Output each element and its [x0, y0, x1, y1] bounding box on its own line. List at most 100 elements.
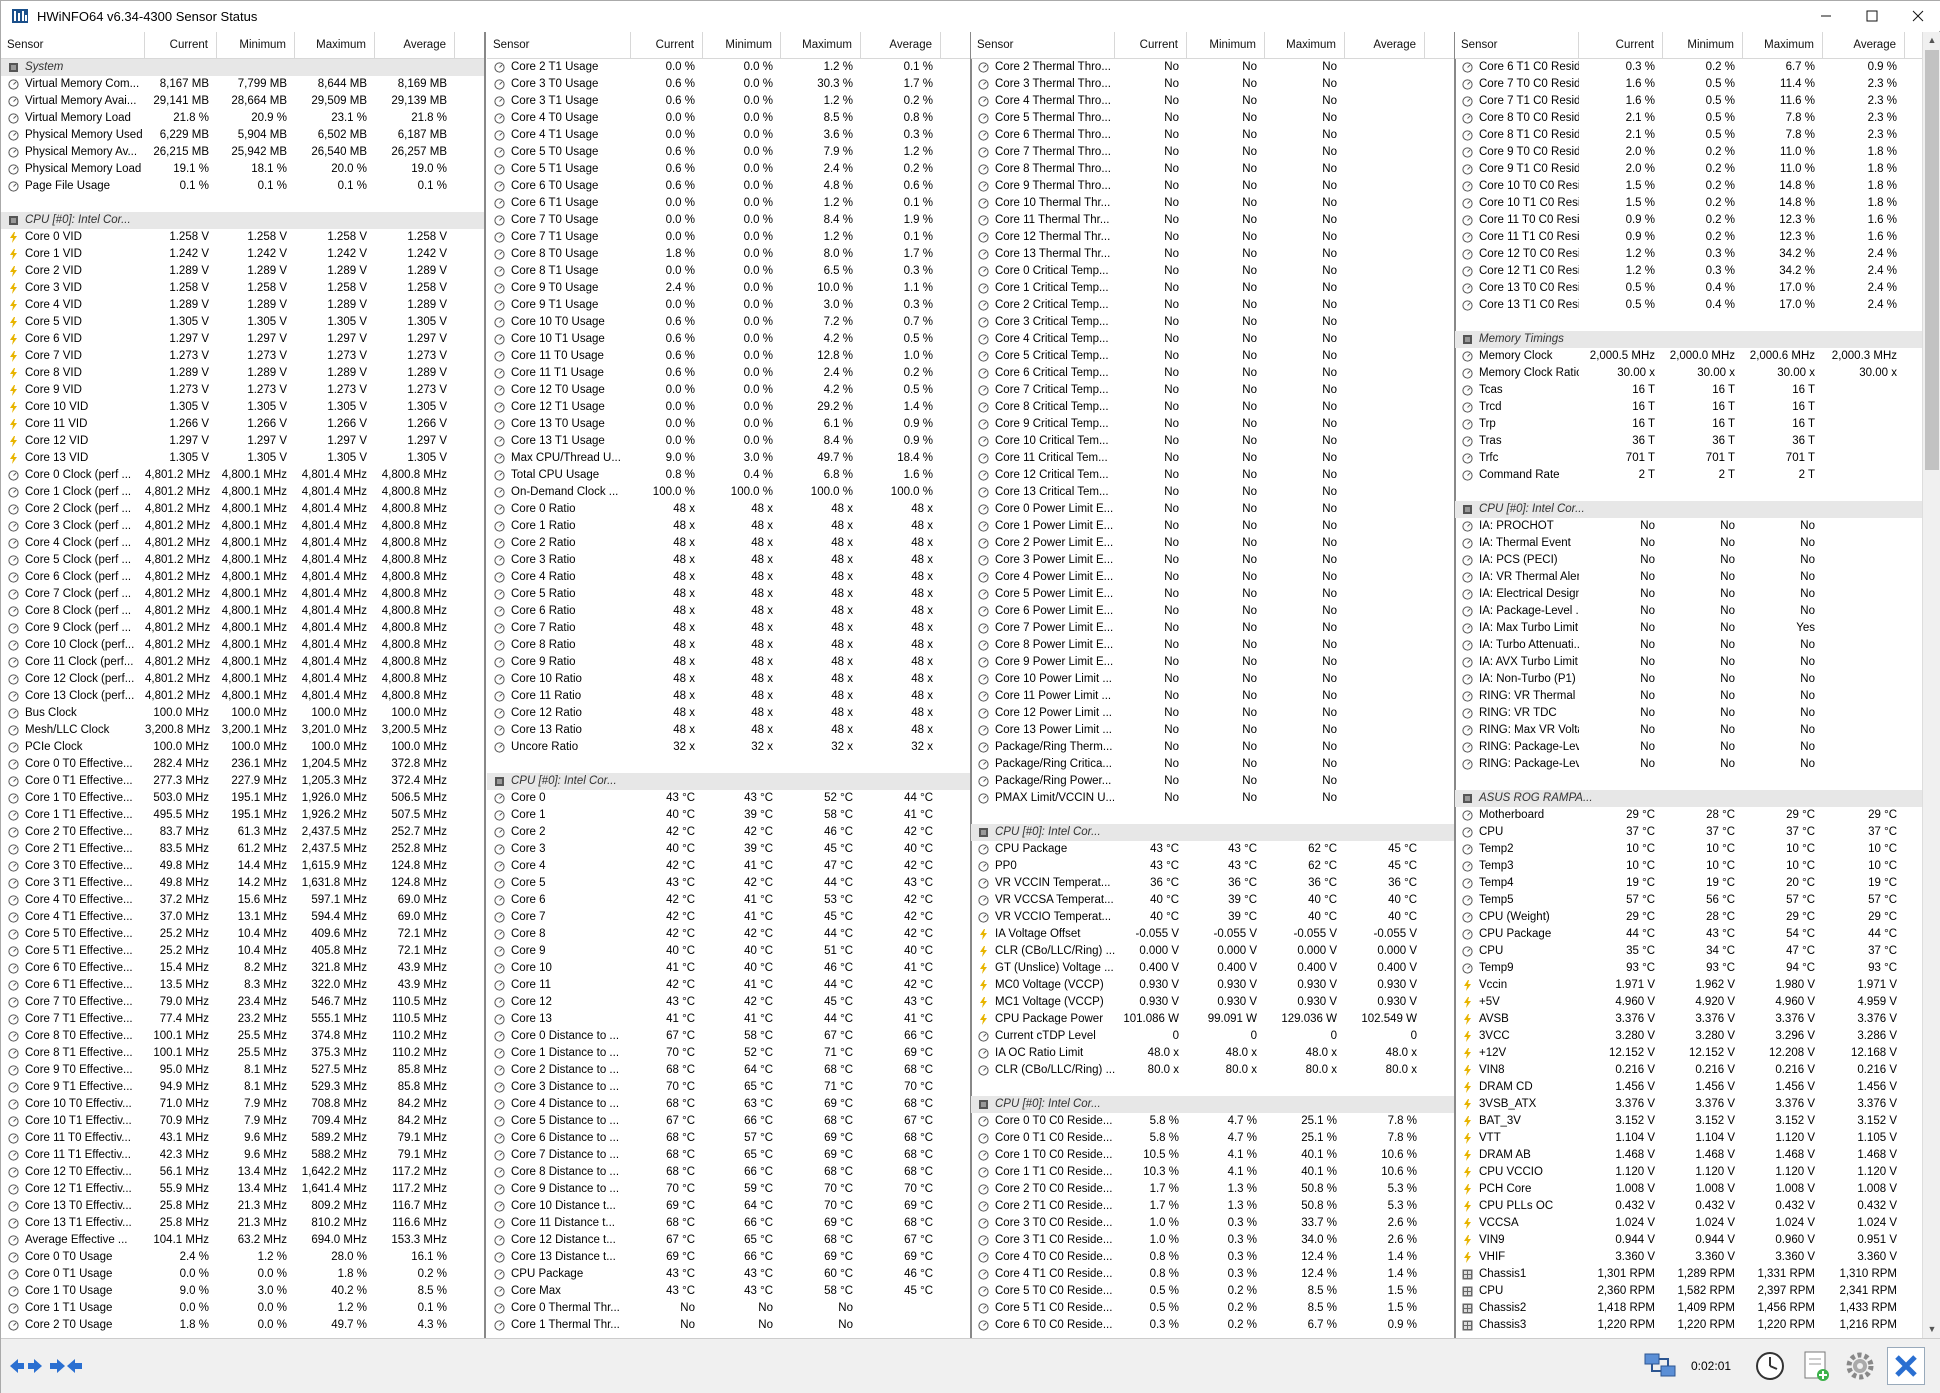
- sensor-row[interactable]: Core 6 Clock (perf ... 4,801.2 MHz 4,800.1…: [1, 569, 484, 586]
- sensor-row[interactable]: Current cTDP Level 0 0 0 0: [971, 1028, 1454, 1045]
- sensor-group-header[interactable]: CPU [#0]: Intel Cor...: [971, 824, 1454, 841]
- sensor-row[interactable]: Core 7 Power Limit E... No No No: [971, 620, 1454, 637]
- sensor-row[interactable]: Core 1 T0 Usage 9.0 % 3.0 % 40.2 % 8.5 %: [1, 1283, 484, 1300]
- sensor-row[interactable]: Core 12 Distance t... 67 °C 65 °C 68 °C 67 °…: [487, 1232, 970, 1249]
- sensor-row[interactable]: MC0 Voltage (VCCP) 0.930 V 0.930 V 0.930 V0…: [971, 977, 1454, 994]
- sensor-row[interactable]: Core 1 Clock (perf ... 4,801.2 MHz 4,800.1…: [1, 484, 484, 501]
- sensor-row[interactable]: CPU PLLs OC 0.432 V 0.432 V 0.432 V 0.432 V: [1455, 1198, 1922, 1215]
- sensor-row[interactable]: Core 12 43 °C 42 °C 45 °C 43 °C: [487, 994, 970, 1011]
- sensor-row[interactable]: PCIe Clock 100.0 MHz 100.0 MHz 100.0 MHz 100…: [1, 739, 484, 756]
- sensor-row[interactable]: Core 12 T1 C0 Resi... 1.2 % 0.3 % 34.2 % 2.4…: [1455, 263, 1922, 280]
- sensor-row[interactable]: Core 8 T0 Usage 1.8 % 0.0 % 8.0 % 1.7 %: [487, 246, 970, 263]
- sensor-row[interactable]: Core 4 Clock (perf ... 4,801.2 MHz 4,800.1…: [1, 535, 484, 552]
- sensor-row[interactable]: Chassis1 1,301 RPM 1,289 RPM 1,331 RPM 1,310…: [1455, 1266, 1922, 1283]
- sensor-row[interactable]: Core 3 Distance to ... 70 °C 65 °C 71 °C 70 …: [487, 1079, 970, 1096]
- sensor-row[interactable]: Core 11 T1 Effectiv... 42.3 MHz 9.6 MHz 588…: [1, 1147, 484, 1164]
- sensor-row[interactable]: Core 0 43 °C 43 °C 52 °C 44 °C: [487, 790, 970, 807]
- sensor-row[interactable]: Core 3 T1 Effective... 49.8 MHz 14.2 MHz 1,…: [1, 875, 484, 892]
- sensor-row[interactable]: VIN9 0.944 V 0.944 V 0.960 V 0.951 V: [1455, 1232, 1922, 1249]
- sensor-row[interactable]: Core 12 T0 Usage 0.0 % 0.0 % 4.2 % 0.5 %: [487, 382, 970, 399]
- sensor-row[interactable]: Core 11 T1 Usage 0.6 % 0.0 % 2.4 % 0.2 %: [487, 365, 970, 382]
- sensor-row[interactable]: Core 1 T1 Usage 0.0 % 0.0 % 1.2 % 0.1 %: [1, 1300, 484, 1317]
- sensor-row[interactable]: Core 13 Thermal Thr... No No No: [971, 246, 1454, 263]
- sensor-row[interactable]: Virtual Memory Avai... 29,141 MB 28,664 MB…: [1, 93, 484, 110]
- sensor-row[interactable]: Core 10 Distance t... 69 °C 64 °C 70 °C 69 °…: [487, 1198, 970, 1215]
- sensor-row[interactable]: Core 7 Ratio 48 x 48 x 48 x 48 x: [487, 620, 970, 637]
- sensor-row[interactable]: Virtual Memory Com... 8,167 MB 7,799 MB 8,6…: [1, 76, 484, 93]
- sensor-row[interactable]: Core 12 Power Limit ... No No No: [971, 705, 1454, 722]
- sensor-row[interactable]: VR VCCIN Temperat... 36 °C 36 °C 36 °C 36 °C: [971, 875, 1454, 892]
- sensor-row[interactable]: Core 6 Thermal Thro... No No No: [971, 127, 1454, 144]
- sensor-row[interactable]: Core 2 T1 Effective... 83.5 MHz 61.2 MHz 2,…: [1, 841, 484, 858]
- sensor-row[interactable]: VTT 1.104 V 1.104 V 1.120 V 1.105 V: [1455, 1130, 1922, 1147]
- sensor-row[interactable]: Core 7 T0 C0 Resid... 1.6 % 0.5 % 11.4 % 2.3…: [1455, 76, 1922, 93]
- sensor-row[interactable]: Core 4 Distance to ... 68 °C 63 °C 69 °C 68 …: [487, 1096, 970, 1113]
- sensor-row[interactable]: Core 9 Power Limit E... No No No: [971, 654, 1454, 671]
- sensor-row[interactable]: Core 5 VID 1.305 V 1.305 V 1.305 V 1.305 V: [1, 314, 484, 331]
- header-maximum[interactable]: Maximum: [781, 32, 861, 59]
- sensor-group-header[interactable]: CPU [#0]: Intel Cor...: [487, 773, 970, 790]
- sensor-row[interactable]: Core 12 Clock (perf... 4,801.2 MHz 4,800.1…: [1, 671, 484, 688]
- sensor-row[interactable]: Core 6 T0 Effective... 15.4 MHz 8.2 MHz 321…: [1, 960, 484, 977]
- sensor-row[interactable]: Total CPU Usage 0.8 % 0.4 % 6.8 % 1.6 %: [487, 467, 970, 484]
- header-minimum[interactable]: Minimum: [1663, 32, 1743, 59]
- header-average[interactable]: Average: [375, 32, 455, 59]
- sensor-row[interactable]: Core 3 T1 Usage 0.6 % 0.0 % 1.2 % 0.2 %: [487, 93, 970, 110]
- sensor-row[interactable]: Core 2 Distance to ... 68 °C 64 °C 68 °C 68 …: [487, 1062, 970, 1079]
- sensor-row[interactable]: Core 10 Clock (perf... 4,801.2 MHz 4,800.1…: [1, 637, 484, 654]
- sensor-row[interactable]: Core 12 T0 C0 Resi... 1.2 % 0.3 % 34.2 % 2.4…: [1455, 246, 1922, 263]
- sensor-row[interactable]: Max CPU/Thread U... 9.0 % 3.0 % 49.7 % 18.4 …: [487, 450, 970, 467]
- sensor-row[interactable]: Core 12 T1 Usage 0.0 % 0.0 % 29.2 % 1.4 %: [487, 399, 970, 416]
- sensor-row[interactable]: Core 8 Critical Temp... No No No: [971, 399, 1454, 416]
- scroll-down-icon[interactable]: ▼: [1923, 1321, 1940, 1338]
- reset-clock-button[interactable]: [1751, 1347, 1789, 1385]
- sensor-row[interactable]: Package/Ring Therm... No No No: [971, 739, 1454, 756]
- sensor-row[interactable]: Uncore Ratio 32 x 32 x 32 x 32 x: [487, 739, 970, 756]
- sensor-row[interactable]: Core 0 T0 Effective... 282.4 MHz 236.1 MHz…: [1, 756, 484, 773]
- sensor-row[interactable]: Core 9 Thermal Thro... No No No: [971, 178, 1454, 195]
- sensor-row[interactable]: Core 2 Critical Temp... No No No: [971, 297, 1454, 314]
- sensor-row[interactable]: Core 0 Thermal Thr... No No No: [487, 1300, 970, 1317]
- sensor-row[interactable]: Core 1 Thermal Thr... No No No: [487, 1317, 970, 1334]
- sensor-row[interactable]: Core 2 42 °C 42 °C 46 °C 42 °C: [487, 824, 970, 841]
- sensor-row[interactable]: Core 10 Critical Tem... No No No: [971, 433, 1454, 450]
- sensor-row[interactable]: Core 5 Clock (perf ... 4,801.2 MHz 4,800.1…: [1, 552, 484, 569]
- sensor-row[interactable]: +5V 4.960 V 4.920 V 4.960 V 4.959 V: [1455, 994, 1922, 1011]
- sensor-row[interactable]: Core 8 Ratio 48 x 48 x 48 x 48 x: [487, 637, 970, 654]
- sensor-row[interactable]: Core 7 Clock (perf ... 4,801.2 MHz 4,800.1…: [1, 586, 484, 603]
- sensor-row[interactable]: IA OC Ratio Limit 48.0 x 48.0 x 48.0 x 48.0 …: [971, 1045, 1454, 1062]
- sensor-row[interactable]: Core 10 Thermal Thr... No No No: [971, 195, 1454, 212]
- sensor-row[interactable]: Core 1 T1 C0 Reside... 10.3 % 4.1 % 40.1 % 1…: [971, 1164, 1454, 1181]
- sensor-row[interactable]: Core 4 Power Limit E... No No No: [971, 569, 1454, 586]
- sensor-row[interactable]: Core 3 T0 C0 Reside... 1.0 % 0.3 % 33.7 % 2.…: [971, 1215, 1454, 1232]
- sensor-row[interactable]: Core 13 T0 C0 Resi... 0.5 % 0.4 % 17.0 % 2.4…: [1455, 280, 1922, 297]
- sensor-row[interactable]: Trfc 701 T 701 T 701 T: [1455, 450, 1922, 467]
- sensor-row[interactable]: Core 9 T0 Usage 2.4 % 0.0 % 10.0 % 1.1 %: [487, 280, 970, 297]
- sensor-row[interactable]: Core Max 43 °C 43 °C 58 °C 45 °C: [487, 1283, 970, 1300]
- sensor-row[interactable]: Temp4 19 °C 19 °C 20 °C 19 °C: [1455, 875, 1922, 892]
- sensor-row[interactable]: CPU 35 °C 34 °C 47 °C 37 °C: [1455, 943, 1922, 960]
- sensor-row[interactable]: IA: Electrical Design...NoNoNo: [1455, 586, 1922, 603]
- header-current[interactable]: Current: [1579, 32, 1663, 59]
- sensor-row[interactable]: Physical Memory Av... 26,215 MB 25,942 MB 2…: [1, 144, 484, 161]
- header-minimum[interactable]: Minimum: [217, 32, 295, 59]
- sensor-row[interactable]: Core 5 T1 Effective... 25.2 MHz 10.4 MHz 40…: [1, 943, 484, 960]
- sensor-row[interactable]: IA: Non-Turbo (P1) No No No: [1455, 671, 1922, 688]
- sensor-row[interactable]: Core 8 42 °C 42 °C 44 °C 42 °C: [487, 926, 970, 943]
- header-sensor[interactable]: Sensor: [487, 32, 631, 59]
- header-maximum[interactable]: Maximum: [1743, 32, 1823, 59]
- sensor-row[interactable]: Core 9 Clock (perf ... 4,801.2 MHz 4,800.1…: [1, 620, 484, 637]
- sensor-row[interactable]: Temp3 10 °C 10 °C 10 °C 10 °C: [1455, 858, 1922, 875]
- sensor-row[interactable]: Core 2 T1 C0 Reside... 1.7 % 1.3 % 50.8 % 5.…: [971, 1198, 1454, 1215]
- sensor-row[interactable]: Core 2 T0 C0 Reside... 1.7 % 1.3 % 50.8 % 5.…: [971, 1181, 1454, 1198]
- sensor-row[interactable]: VR VCCSA Temperat... 40 °C 39 °C 40 °C 40 °C: [971, 892, 1454, 909]
- sensor-row[interactable]: Core 1 Critical Temp... No No No: [971, 280, 1454, 297]
- sensor-row[interactable]: Command Rate 2 T2 T2 T: [1455, 467, 1922, 484]
- sensor-row[interactable]: Core 9 Distance to ... 70 °C 59 °C 70 °C 70 …: [487, 1181, 970, 1198]
- header-minimum[interactable]: Minimum: [703, 32, 781, 59]
- sensor-row[interactable]: Temp5 57 °C 56 °C 57 °C 57 °C: [1455, 892, 1922, 909]
- sensor-row[interactable]: Core 3 Ratio 48 x 48 x 48 x 48 x: [487, 552, 970, 569]
- sensor-row[interactable]: CLR (CBo/LLC/Ring) ... 80.0 x 80.0 x 80.0 x…: [971, 1062, 1454, 1079]
- sensor-row[interactable]: Core 4 T0 Usage 0.0 % 0.0 % 8.5 % 0.8 %: [487, 110, 970, 127]
- sensor-row[interactable]: Core 8 Thermal Thro... No No No: [971, 161, 1454, 178]
